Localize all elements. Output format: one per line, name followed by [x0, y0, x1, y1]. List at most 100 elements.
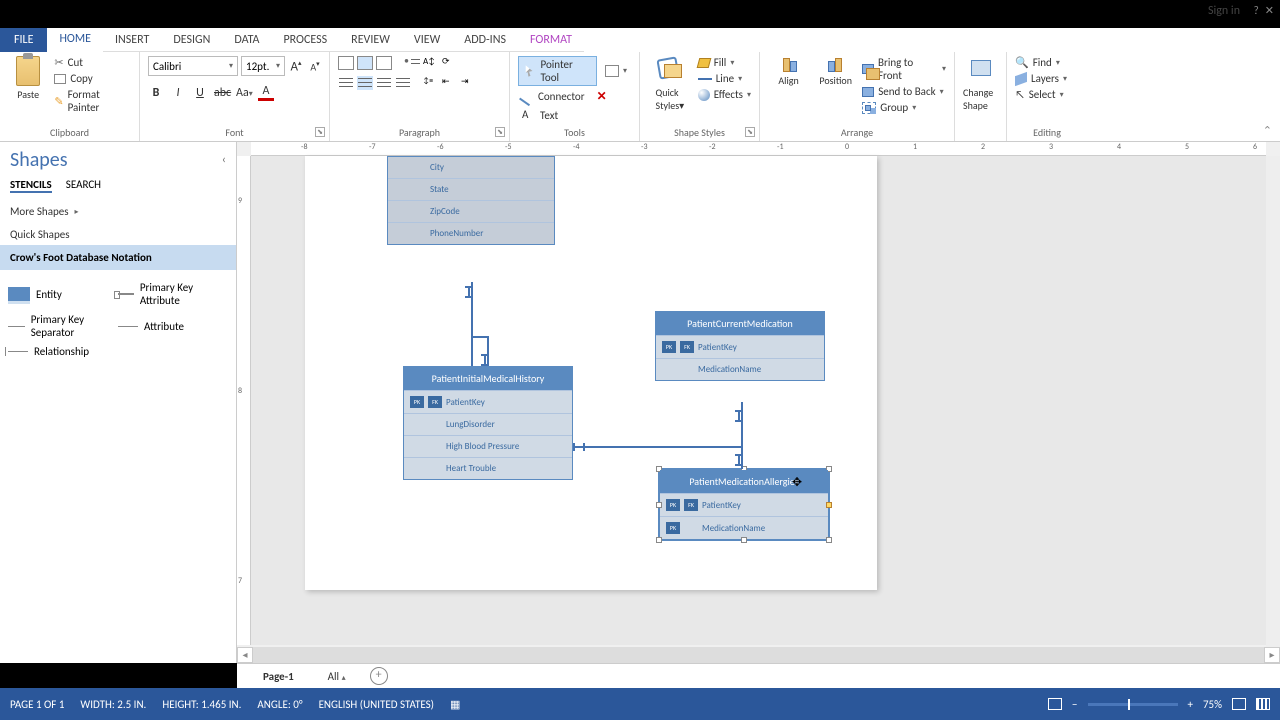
bullets-button[interactable] [404, 56, 420, 70]
paste-button[interactable]: Paste [8, 56, 48, 101]
case-button[interactable]: Aa▾ [236, 86, 252, 100]
copy-button[interactable]: Copy [54, 72, 131, 85]
tab-insert[interactable]: INSERT [103, 28, 161, 52]
align-bottom-button[interactable] [376, 56, 392, 70]
font-dialog-launcher[interactable]: ⬊ [315, 127, 325, 137]
tab-file[interactable]: FILE [0, 28, 47, 52]
bring-front-button[interactable]: Bring to Front▾ [862, 56, 946, 82]
entity-pimh[interactable]: PatientInitialMedicalHistory PKFKPatient… [403, 366, 573, 480]
tab-format[interactable]: FORMAT [518, 28, 584, 52]
stencils-tab[interactable]: STENCILS [10, 178, 52, 193]
fit-page-icon[interactable] [1232, 698, 1246, 710]
line-button[interactable]: Line▾ [698, 72, 751, 85]
ribbon-tabs: FILE HOME INSERT DESIGN DATA PROCESS REV… [0, 28, 1280, 52]
strike-button[interactable]: abc [214, 86, 230, 100]
pk-sep-icon [8, 326, 25, 327]
font-size-select[interactable]: 12pt.▾ [241, 56, 285, 76]
bold-button[interactable]: B [148, 86, 164, 100]
shape-relationship[interactable]: Relationship [6, 342, 116, 361]
line-spacing-button[interactable]: ↕≡ [423, 76, 439, 90]
position-button[interactable]: Position [815, 56, 856, 87]
rotate-text-button[interactable]: ⟳ [442, 56, 458, 70]
entity-pma[interactable]: PatientMedicationAllergies ✥ PKFKPatient… [659, 469, 829, 540]
page-tab-1[interactable]: Page-1 [253, 666, 304, 687]
connection-point-button[interactable]: ✕ [593, 88, 611, 105]
tab-data[interactable]: DATA [222, 28, 271, 52]
indent-dec-button[interactable]: ⇤ [442, 76, 458, 90]
shrink-font-button[interactable]: A▾ [307, 59, 323, 73]
tab-home[interactable]: HOME [47, 28, 103, 52]
font-color-button[interactable]: A [258, 84, 274, 101]
entity-pcm[interactable]: PatientCurrentMedication PKFKPatientKey … [655, 311, 825, 381]
quick-styles-button[interactable]: QuickStyles▾ [648, 56, 692, 112]
align-button[interactable]: Align [768, 56, 809, 87]
fit-window-icon[interactable] [1256, 698, 1270, 710]
vertical-scrollbar[interactable] [1266, 156, 1280, 647]
scroll-left-button[interactable]: ◂ [237, 647, 253, 663]
zoom-slider[interactable] [1088, 703, 1178, 706]
shape-attribute[interactable]: Attribute [116, 310, 226, 342]
pointer-tool-button[interactable]: Pointer Tool [518, 56, 597, 86]
effects-button[interactable]: Effects▾ [698, 88, 751, 101]
shapes-collapse-button[interactable]: ‹ [222, 153, 226, 167]
search-tab[interactable]: SEARCH [66, 178, 101, 193]
align-left-button[interactable] [338, 76, 354, 90]
more-shapes-button[interactable]: More Shapes▸ [0, 199, 236, 224]
macro-record-icon[interactable]: ▦ [450, 698, 460, 711]
close-icon[interactable]: ✕ [1265, 4, 1274, 17]
align-center-button[interactable] [357, 76, 373, 90]
font-name-select[interactable]: Calibri▾ [148, 56, 238, 76]
rectangle-tool-button[interactable]: ▾ [601, 56, 631, 86]
tab-view[interactable]: VIEW [402, 28, 452, 52]
zoom-out-button[interactable]: − [1072, 698, 1077, 711]
fill-button[interactable]: Fill▾ [698, 56, 751, 69]
shape-entity[interactable]: Entity [6, 278, 116, 310]
horizontal-scrollbar[interactable]: ◂ ▸ [237, 647, 1280, 663]
align-right-button[interactable] [376, 76, 392, 90]
connector-tool-button[interactable]: Connector [518, 88, 589, 105]
entity-patient-address[interactable]: City State ZipCode PhoneNumber [387, 156, 555, 245]
tab-process[interactable]: PROCESS [271, 28, 339, 52]
connector-2[interactable] [573, 446, 743, 448]
sign-in-link[interactable]: Sign in [1208, 4, 1240, 18]
collapse-ribbon-button[interactable]: ⌃ [1263, 124, 1272, 137]
quick-shapes-button[interactable]: Quick Shapes [0, 224, 236, 245]
text-tool-button[interactable]: Text [518, 107, 562, 123]
presentation-mode-icon[interactable] [1048, 698, 1062, 710]
current-stencil[interactable]: Crow's Foot Database Notation [0, 245, 236, 270]
zoom-in-button[interactable]: + [1188, 698, 1193, 711]
drawing-page[interactable]: City State ZipCode PhoneNumber PatientIn… [305, 156, 877, 590]
page-tab-all[interactable]: All ▴ [318, 666, 356, 687]
paragraph-dialog-launcher[interactable]: ⬊ [495, 127, 505, 137]
text-orient-button[interactable]: A↕ [423, 56, 439, 70]
help-icon[interactable]: ? [1254, 4, 1259, 17]
underline-button[interactable]: U [192, 86, 208, 100]
group-button[interactable]: Group▾ [862, 101, 946, 114]
align-middle-button[interactable] [357, 56, 373, 70]
shape-pk-attribute[interactable]: Primary Key Attribute [116, 278, 226, 310]
status-language[interactable]: ENGLISH (UNITED STATES) [319, 698, 434, 711]
shape-pk-separator[interactable]: Primary Key Separator [6, 310, 116, 342]
send-back-button[interactable]: Send to Back▾ [862, 85, 946, 98]
add-page-button[interactable]: + [370, 667, 388, 685]
align-justify-button[interactable] [395, 76, 411, 90]
change-shape-button[interactable]: Change Shape [963, 56, 998, 112]
format-painter-button[interactable]: ✎Format Painter [54, 88, 131, 114]
scroll-right-button[interactable]: ▸ [1264, 647, 1280, 663]
canvas-background[interactable]: City State ZipCode PhoneNumber PatientIn… [251, 156, 1266, 645]
tab-design[interactable]: DESIGN [161, 28, 222, 52]
select-button[interactable]: Select▾ [1015, 88, 1067, 101]
find-button[interactable]: Find▾ [1015, 56, 1067, 69]
shape-styles-dialog-launcher[interactable]: ⬊ [745, 127, 755, 137]
italic-button[interactable]: I [170, 86, 186, 100]
connector-1[interactable] [471, 282, 473, 366]
tab-addins[interactable]: ADD-INS [452, 28, 518, 52]
grow-font-button[interactable]: A▴ [288, 58, 304, 74]
align-top-button[interactable] [338, 56, 354, 70]
indent-inc-button[interactable]: ⇥ [461, 76, 477, 90]
zoom-level[interactable]: 75% [1203, 698, 1222, 711]
pcm-title: PatientCurrentMedication [656, 312, 824, 335]
layers-button[interactable]: Layers▾ [1015, 72, 1067, 85]
cut-button[interactable]: ✂Cut [54, 56, 131, 69]
tab-review[interactable]: REVIEW [339, 28, 402, 52]
